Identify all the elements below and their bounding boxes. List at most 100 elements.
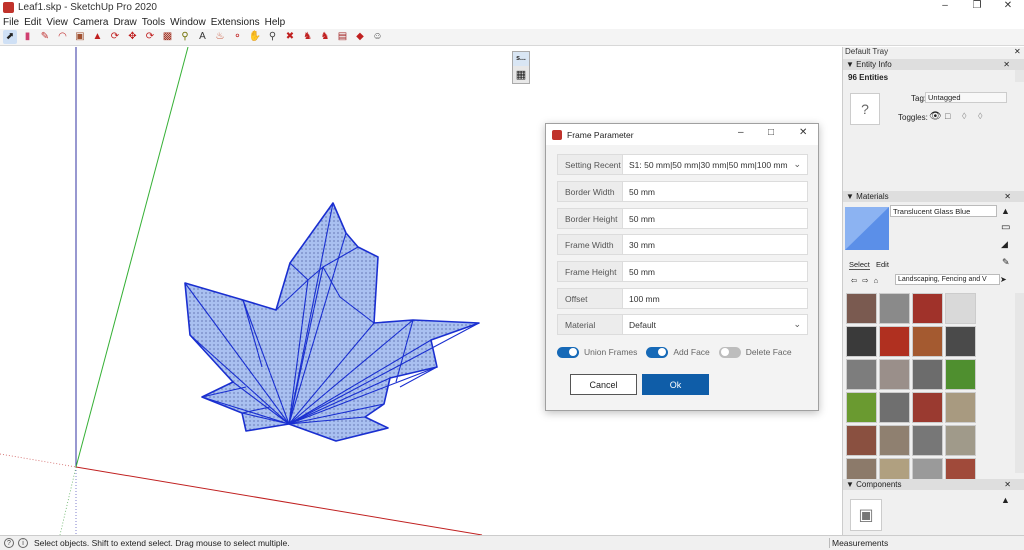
close-window-button[interactable]: ✕ — [993, 0, 1023, 11]
materials-scrollbar[interactable] — [1015, 293, 1024, 473]
material-swatch[interactable] — [945, 326, 976, 357]
material-swatch[interactable] — [879, 392, 910, 423]
material-name-field[interactable]: Translucent Glass Blue — [890, 205, 997, 217]
material-swatch[interactable] — [879, 359, 910, 390]
profile-icon[interactable]: ☺ — [371, 30, 385, 44]
select-arrow-icon[interactable]: ⬈ — [3, 30, 17, 44]
menu-camera[interactable]: Camera — [73, 17, 109, 28]
cast-shadows-icon[interactable]: ◊ — [978, 111, 982, 121]
menu-file[interactable]: File — [3, 17, 19, 28]
menu-view[interactable]: View — [46, 17, 68, 28]
cancel-button[interactable]: Cancel — [570, 374, 637, 395]
tape-measure-icon[interactable]: ⚲ — [178, 30, 192, 44]
dialog-close-button[interactable]: ✕ — [799, 127, 807, 138]
entity-info-close-icon[interactable]: ✕ — [1003, 59, 1010, 70]
entity-info-header[interactable]: ▼ Entity Info ✕ — [843, 59, 1024, 70]
back-arrow-icon[interactable]: ⇦ — [851, 276, 857, 285]
materials-header[interactable]: ▼ Materials ✕ — [843, 191, 1024, 202]
rectangle-icon[interactable]: ▣ — [73, 30, 87, 44]
library-select[interactable]: Landscaping, Fencing and V — [895, 274, 1000, 285]
material-swatch[interactable] — [945, 359, 976, 390]
material-select[interactable]: Default ⌄ — [623, 314, 808, 335]
menu-help[interactable]: Help — [265, 17, 286, 28]
rotate-icon[interactable]: ⟳ — [143, 30, 157, 44]
material-swatch[interactable] — [846, 326, 877, 357]
material-swatch[interactable] — [945, 425, 976, 456]
push-pull-icon[interactable]: ▲ — [91, 30, 105, 44]
components-close-icon[interactable]: ✕ — [1004, 479, 1011, 490]
tray-close-icon[interactable]: ✕ — [1014, 47, 1021, 56]
menu-draw[interactable]: Draw — [113, 17, 136, 28]
pencil-line-icon[interactable]: ✎ — [38, 30, 52, 44]
zoom-icon[interactable]: ⚲ — [266, 30, 280, 44]
default-material-icon[interactable]: ▭ — [1001, 222, 1010, 233]
layout-icon[interactable]: ▤ — [336, 30, 350, 44]
menu-tools[interactable]: Tools — [142, 17, 165, 28]
create-material-icon[interactable]: ▲ — [1001, 206, 1010, 216]
material-swatch[interactable] — [912, 326, 943, 357]
union-frames-toggle[interactable] — [557, 346, 579, 358]
frame-width-input[interactable]: 30 mm — [623, 234, 808, 255]
menu-window[interactable]: Window — [170, 17, 206, 28]
tab-select[interactable]: Select — [849, 260, 870, 270]
ruby-icon[interactable]: ◆ — [353, 30, 367, 44]
maximize-button[interactable]: ❐ — [962, 0, 992, 11]
measurements-box[interactable]: Measurements — [829, 538, 888, 548]
receive-shadows-icon[interactable]: ◊ — [962, 111, 966, 121]
arc-icon[interactable]: ◠ — [56, 30, 70, 44]
delete-face-toggle[interactable] — [718, 346, 741, 358]
material-swatch[interactable] — [879, 425, 910, 456]
pan-icon[interactable]: ✋ — [248, 30, 262, 44]
offset-input[interactable]: 100 mm — [623, 288, 808, 309]
warehouse-icon[interactable]: ♞ — [301, 30, 315, 44]
dialog-maximize-button[interactable]: □ — [768, 127, 774, 138]
details-arrow-icon[interactable]: ➤ — [1000, 275, 1007, 284]
material-swatch[interactable] — [846, 293, 877, 324]
setting-recent-select[interactable]: S1: 50 mm|50 mm|30 mm|50 mm|100 mm ⌄ — [623, 154, 808, 175]
menu-extensions[interactable]: Extensions — [211, 17, 260, 28]
material-swatch[interactable] — [945, 392, 976, 423]
tag-select[interactable]: Untagged — [925, 92, 1007, 103]
material-swatch[interactable] — [912, 293, 943, 324]
materials-close-icon[interactable]: ✕ — [1004, 191, 1011, 202]
orbit-icon[interactable]: ⚬ — [231, 30, 245, 44]
zoom-extents-icon[interactable]: ✖ — [283, 30, 297, 44]
tab-edit[interactable]: Edit — [876, 260, 889, 269]
create-component-icon[interactable]: ▲ — [1001, 495, 1010, 505]
geo-location-icon[interactable]: ? — [4, 538, 14, 548]
info-icon[interactable]: i — [18, 538, 28, 548]
material-swatch[interactable] — [879, 293, 910, 324]
paint-bucket-icon[interactable]: ♨ — [213, 30, 227, 44]
material-swatch[interactable] — [879, 326, 910, 357]
ok-button[interactable]: Ok — [642, 374, 709, 395]
material-swatch[interactable] — [846, 425, 877, 456]
extension-warehouse-icon[interactable]: ♞ — [318, 30, 332, 44]
eraser-icon[interactable]: ▮ — [21, 30, 35, 44]
add-face-toggle[interactable] — [646, 346, 669, 358]
minimize-button[interactable]: – — [930, 0, 960, 11]
material-swatch[interactable] — [846, 359, 877, 390]
material-swatch[interactable] — [912, 392, 943, 423]
frame-height-input[interactable]: 50 mm — [623, 261, 808, 282]
material-swatch[interactable] — [912, 425, 943, 456]
material-swatch[interactable] — [912, 359, 943, 390]
home-icon[interactable]: ⌂ — [874, 276, 879, 285]
scale-icon[interactable]: ▩ — [161, 30, 175, 44]
text-icon[interactable]: A — [196, 30, 210, 44]
border-height-input[interactable]: 50 mm — [623, 208, 808, 229]
maple-leaf-model[interactable] — [184, 202, 480, 442]
material-swatch[interactable] — [846, 392, 877, 423]
visibility-eye-icon[interactable]: 👁 — [929, 111, 942, 122]
material-pair-icon[interactable]: ◢ — [1001, 239, 1008, 250]
components-header[interactable]: ▼ Components ✕ — [843, 479, 1024, 490]
follow-me-icon[interactable]: ⟳ — [108, 30, 122, 44]
scroll-up-icon[interactable] — [1015, 70, 1024, 82]
forward-arrow-icon[interactable]: ⇨ — [862, 276, 868, 285]
move-icon[interactable]: ✥ — [126, 30, 140, 44]
dialog-minimize-button[interactable]: – — [738, 127, 744, 138]
material-swatch[interactable] — [945, 293, 976, 324]
frame-grid-icon[interactable]: ▦ — [513, 66, 529, 82]
border-width-input[interactable]: 50 mm — [623, 181, 808, 202]
lock-icon[interactable]: □ — [945, 111, 950, 121]
menu-edit[interactable]: Edit — [24, 17, 41, 28]
